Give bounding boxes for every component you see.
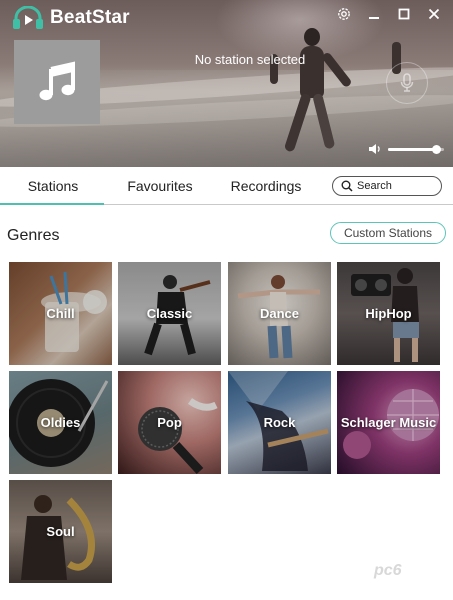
genre-tile-classic[interactable]: Classic [118,262,221,365]
genre-tile-chill[interactable]: Chill [9,262,112,365]
tab-favourites[interactable]: Favourites [114,167,206,205]
app-title: BeatStar [50,7,130,28]
active-tab-indicator [0,203,104,205]
volume-control [368,143,444,155]
genre-tile-dance[interactable]: Dance [228,262,331,365]
minimize-icon[interactable] [363,4,385,24]
tab-stations[interactable]: Stations [8,167,98,205]
volume-fill [388,147,436,151]
watermark-logo: pc6 [374,562,402,579]
genre-label: Rock [263,415,296,430]
tab-recordings[interactable]: Recordings [220,167,312,205]
genre-tile-schlager-music[interactable]: Schlager Music [337,371,440,474]
genre-label: Classic [146,306,193,321]
close-icon[interactable] [423,4,445,24]
record-button[interactable] [386,62,428,104]
tab-bar: Stations Favourites Recordings Search [0,167,453,205]
maximize-icon[interactable] [393,4,415,24]
genre-label: Soul [46,524,75,539]
genre-label: Pop [157,415,182,430]
search-icon [341,180,353,192]
search-placeholder: Search [357,180,392,192]
microphone-icon [400,73,414,92]
volume-handle[interactable] [431,144,441,154]
genre-label: Schlager Music [340,415,437,430]
speaker-icon[interactable] [368,143,382,155]
station-artwork [14,40,100,124]
music-note-icon [39,61,75,101]
genre-tile-pop[interactable]: Pop [118,371,221,474]
genre-label: Chill [46,306,75,321]
genre-tile-rock[interactable]: Rock [228,371,331,474]
genre-tile-oldies[interactable]: Oldies [9,371,112,474]
player-header: BeatStar No station selected [0,0,453,167]
app-logo: BeatStar [12,5,130,30]
volume-slider[interactable] [388,144,444,154]
genre-label: Dance [259,306,300,321]
headphones-logo-icon [12,5,44,30]
genre-label: Oldies [40,415,81,430]
genres-heading: Genres [7,227,60,244]
genre-tile-hiphop[interactable]: HipHop [337,262,440,365]
genre-tile-soul[interactable]: Soul [9,480,112,583]
gear-icon[interactable] [333,4,355,24]
search-input[interactable]: Search [332,176,442,196]
now-playing-text: No station selected [194,52,306,67]
window-controls [333,4,445,24]
custom-stations-button[interactable]: Custom Stations [330,222,446,244]
genre-label: HipHop [365,306,412,321]
background-runner [283,28,356,167]
